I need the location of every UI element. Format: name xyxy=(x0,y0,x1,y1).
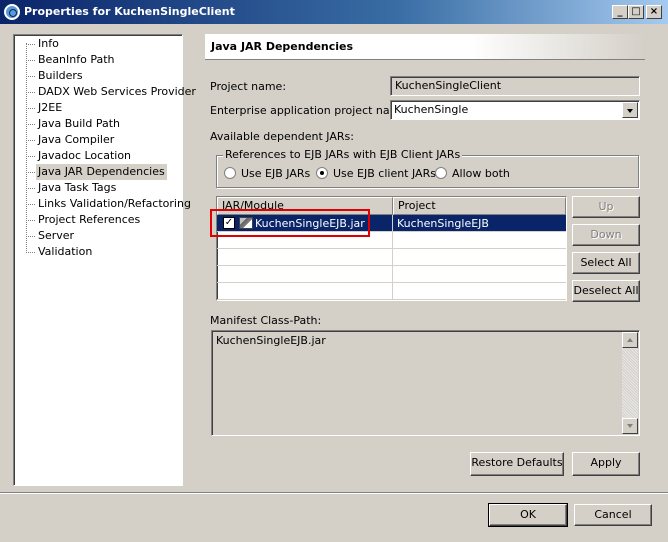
close-button[interactable]: × xyxy=(646,5,662,19)
tree-item-builders[interactable]: Builders xyxy=(36,68,85,84)
tree-item-server[interactable]: Server xyxy=(36,228,76,244)
radio-allow-both[interactable] xyxy=(435,167,447,179)
radio-use-ejb-jars[interactable] xyxy=(224,167,236,179)
manifest-scrollbar[interactable] xyxy=(622,332,638,434)
restore-defaults-button[interactable]: Restore Defaults xyxy=(470,452,564,476)
app-icon xyxy=(4,4,20,20)
chevron-down-icon[interactable] xyxy=(622,102,638,118)
tree-item-links-validation[interactable]: Links Validation/Refactoring xyxy=(36,196,193,212)
ear-project-label: Enterprise application project name: xyxy=(210,104,411,117)
radio-use-ejb-client-jars-label[interactable]: Use EJB client JARs xyxy=(333,167,436,180)
tree-item-beaninfo-path[interactable]: BeanInfo Path xyxy=(36,52,117,68)
cancel-button[interactable]: Cancel xyxy=(574,504,652,526)
manifest-value: KuchenSingleEJB.jar xyxy=(216,334,326,347)
title-bar: Properties for KuchenSingleClient _ □ × xyxy=(0,0,668,24)
apply-button[interactable]: Apply xyxy=(572,452,640,476)
ok-button[interactable]: OK xyxy=(488,503,568,527)
tree-item-project-references[interactable]: Project References xyxy=(36,212,142,228)
tree-item-java-jar-dependencies[interactable]: Java JAR Dependencies xyxy=(36,164,167,180)
project-name-label: Project name: xyxy=(210,80,287,93)
deselect-all-button[interactable]: Deselect All xyxy=(572,280,640,302)
manifest-label: Manifest Class-Path: xyxy=(210,314,322,327)
tree-item-dadx-web-services[interactable]: DADX Web Services Provider xyxy=(36,84,198,100)
page-title: Java JAR Dependencies xyxy=(211,40,354,53)
property-tree[interactable]: Info BeanInfo Path Builders DADX Web Ser… xyxy=(13,34,196,486)
up-button[interactable]: Up xyxy=(572,196,640,218)
window-title: Properties for KuchenSingleClient xyxy=(24,5,235,18)
project-name-field: KuchenSingleClient xyxy=(390,76,640,96)
row-project: KuchenSingleEJB xyxy=(397,217,489,230)
column-header-project[interactable]: Project xyxy=(393,197,566,215)
tree-item-java-task-tags[interactable]: Java Task Tags xyxy=(36,180,118,196)
tree-item-j2ee[interactable]: J2EE xyxy=(36,100,64,116)
down-button[interactable]: Down xyxy=(572,224,640,246)
scroll-up-icon[interactable] xyxy=(622,332,638,348)
tree-item-info[interactable]: Info xyxy=(36,36,61,52)
tree-item-javadoc-location[interactable]: Javadoc Location xyxy=(36,148,133,164)
footer-separator xyxy=(0,492,668,494)
manifest-textarea[interactable]: KuchenSingleEJB.jar xyxy=(211,330,640,436)
tree-item-validation[interactable]: Validation xyxy=(36,244,94,260)
radio-allow-both-label[interactable]: Allow both xyxy=(452,167,510,180)
radio-use-ejb-jars-label[interactable]: Use EJB JARs xyxy=(241,167,310,180)
ear-project-value: KuchenSingle xyxy=(394,103,469,116)
page-header: Java JAR Dependencies xyxy=(205,34,645,60)
minimize-button[interactable]: _ xyxy=(612,5,628,19)
scroll-down-icon[interactable] xyxy=(622,418,638,434)
annotation-highlight-box xyxy=(210,209,370,237)
select-all-button[interactable]: Select All xyxy=(572,252,640,274)
tree-item-java-build-path[interactable]: Java Build Path xyxy=(36,116,122,132)
radio-use-ejb-client-jars[interactable] xyxy=(316,167,328,179)
maximize-button[interactable]: □ xyxy=(628,5,644,19)
ejb-reference-group: References to EJB JARs with EJB Client J… xyxy=(216,148,639,188)
ear-project-combo[interactable]: KuchenSingle xyxy=(390,100,640,120)
tree-item-java-compiler[interactable]: Java Compiler xyxy=(36,132,116,148)
group-title: References to EJB JARs with EJB Client J… xyxy=(223,148,463,161)
available-jars-label: Available dependent JARs: xyxy=(210,130,354,143)
